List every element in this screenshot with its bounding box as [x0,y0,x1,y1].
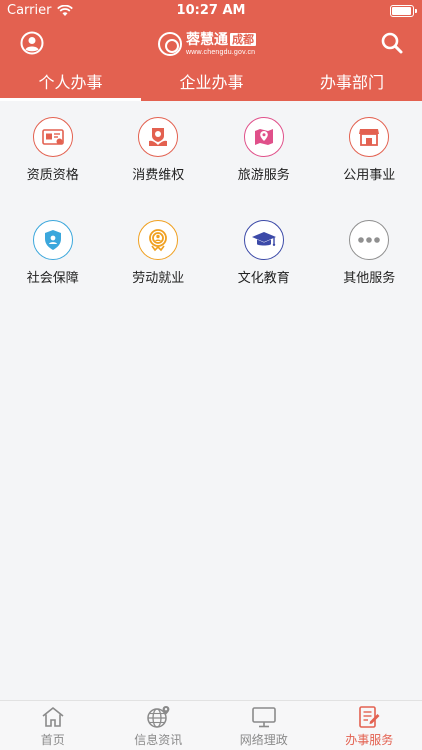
home-icon [42,707,64,727]
service-label: 资质资格 [26,168,79,183]
tabbar-item-governance[interactable]: 网络理政 [211,701,317,750]
app-logo: 蓉慧通 成都 www.chengdu.gov.cn [158,28,256,60]
consumer-rights-icon [149,128,168,146]
service-tourism[interactable]: 旅游服务 [211,101,317,204]
certificate-icon [41,129,64,145]
logo-main-text: 蓉慧通 [186,31,228,48]
service-label: 消费维权 [132,168,185,183]
category-tabs: 个人办事 企业办事 办事部门 [0,68,422,101]
service-other[interactable]: 其他服务 [317,204,422,307]
search-icon[interactable] [380,31,404,55]
shield-icon [44,230,61,250]
tabbar-item-home[interactable]: 首页 [0,701,106,750]
tabbar-item-services[interactable]: 办事服务 [317,701,422,750]
tabbar-label: 办事服务 [345,733,394,747]
tabbar-item-news[interactable]: 信息资讯 [106,701,212,750]
service-label: 社会保障 [26,271,79,286]
storefront-icon [359,129,380,146]
tabbar-label: 首页 [40,733,65,747]
service-label: 其他服务 [343,271,396,286]
service-social-security[interactable]: 社会保障 [0,204,106,307]
bottom-tab-bar: 首页 信息资讯 网络理政 办事服务 [0,700,422,750]
monitor-icon [251,707,276,728]
more-icon [358,237,381,243]
graduation-cap-icon [251,232,276,246]
app-header: Carrier 10:27 AM 蓉慧通 成都 www.chengdu.gov.… [0,0,422,101]
logo-mark-icon [158,32,182,56]
document-edit-icon [359,706,380,728]
tabbar-label: 网络理政 [239,733,288,747]
tab-enterprise[interactable]: 企业办事 [141,68,282,101]
logo-city-badge: 成都 [230,33,256,46]
service-consumer-rights[interactable]: 消费维权 [106,101,212,204]
service-label: 旅游服务 [237,168,290,183]
service-label: 公用事业 [343,168,396,183]
service-row: 社会保障 劳动就业 文化教育 其他服务 [0,204,422,307]
service-culture-education[interactable]: 文化教育 [211,204,317,307]
service-label: 文化教育 [237,271,290,286]
service-qualification[interactable]: 资质资格 [0,101,106,204]
battery-icon [390,5,417,17]
service-employment[interactable]: 劳动就业 [106,204,212,307]
map-icon [254,129,273,145]
clock: 10:27 AM [176,3,246,18]
user-profile-icon[interactable] [20,31,44,55]
service-label: 劳动就业 [132,271,185,286]
logo-url: www.chengdu.gov.cn [186,48,256,56]
globe-icon [147,706,170,728]
tabbar-label: 信息资讯 [134,733,183,747]
tab-personal[interactable]: 个人办事 [0,68,141,101]
status-bar: Carrier 10:27 AM [0,0,422,22]
service-utilities[interactable]: 公用事业 [317,101,422,204]
tab-departments[interactable]: 办事部门 [282,68,422,101]
service-grid: 资质资格 消费维权 旅游服务 公用事业 社会保障 劳动就业 文化教育 其他服务 [0,101,422,307]
service-row: 资质资格 消费维权 旅游服务 公用事业 [0,101,422,204]
employment-icon [149,229,168,252]
